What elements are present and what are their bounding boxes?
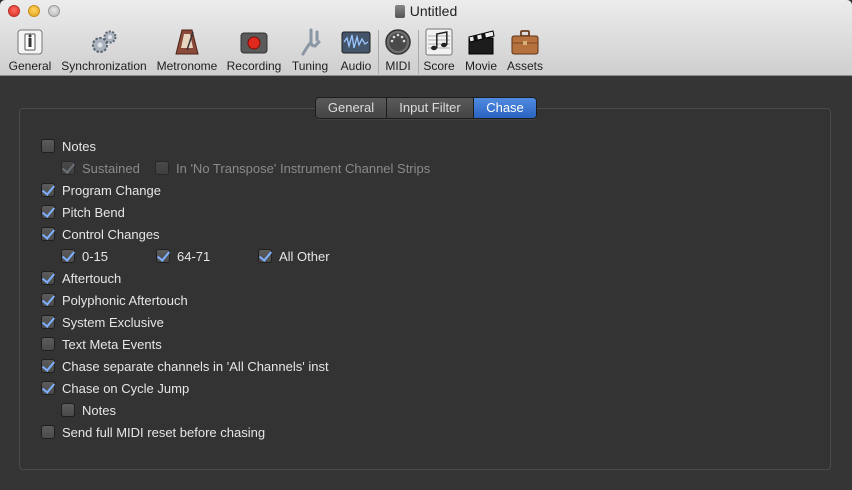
pitch-bend-checkbox[interactable] (41, 205, 55, 219)
toolbar-midi[interactable]: MIDI (380, 24, 416, 76)
system-exclusive-checkbox[interactable] (41, 315, 55, 329)
metronome-icon (175, 29, 199, 55)
general-icon (17, 29, 43, 55)
clapperboard-icon (468, 30, 495, 55)
cycle-notes-option[interactable]: Notes (61, 401, 116, 419)
tab-general[interactable]: General (316, 98, 387, 118)
aftertouch-option[interactable]: Aftertouch (41, 269, 121, 287)
toolbar-separator (418, 30, 419, 74)
separate-channels-checkbox[interactable] (41, 359, 55, 373)
cycle-notes-checkbox[interactable] (61, 403, 75, 417)
text-meta-events-checkbox[interactable] (41, 337, 55, 351)
audio-waveform-icon (341, 31, 371, 54)
toolbar-general[interactable]: General (6, 24, 54, 76)
cc-0-15-option[interactable]: 0-15 (61, 247, 108, 265)
toolbar-score[interactable]: Score (420, 24, 458, 76)
midi-connector-icon (385, 29, 411, 55)
poly-aftertouch-checkbox[interactable] (41, 293, 55, 307)
tab-chase[interactable]: Chase (474, 98, 536, 118)
notes-checkbox[interactable] (41, 139, 55, 153)
poly-aftertouch-option[interactable]: Polyphonic Aftertouch (41, 291, 188, 309)
program-change-checkbox[interactable] (41, 183, 55, 197)
tab-bar: General Input Filter Chase (315, 97, 537, 119)
cc-64-71-option[interactable]: 64-71 (156, 247, 210, 265)
toolbar-synchronization[interactable]: Synchronization (58, 24, 150, 76)
window-title: Untitled (0, 3, 852, 19)
midi-reset-option[interactable]: Send full MIDI reset before chasing (41, 423, 265, 441)
preferences-window: Untitled General Synchronization Metrono… (0, 0, 852, 490)
briefcase-icon (511, 30, 539, 55)
chase-preferences-pane: Notes Sustained In 'No Transpose' Instru… (0, 77, 852, 490)
program-change-option[interactable]: Program Change (41, 181, 161, 199)
toolbar-assets[interactable]: Assets (504, 24, 546, 76)
tuning-fork-icon (301, 28, 321, 56)
control-changes-checkbox[interactable] (41, 227, 55, 241)
control-changes-option[interactable]: Control Changes (41, 225, 160, 243)
cc-all-other-checkbox[interactable] (258, 249, 272, 263)
score-notes-icon (425, 28, 453, 56)
pitch-bend-option[interactable]: Pitch Bend (41, 203, 125, 221)
gears-icon (92, 30, 117, 53)
title-bar: Untitled General Synchronization Metrono… (0, 0, 852, 76)
sustained-option: Sustained (61, 159, 140, 177)
cc-all-other-option[interactable]: All Other (258, 247, 330, 265)
toolbar-recording[interactable]: Recording (224, 24, 284, 76)
cycle-jump-checkbox[interactable] (41, 381, 55, 395)
toolbar-tuning[interactable]: Tuning (288, 24, 332, 76)
document-icon (394, 5, 405, 18)
chase-options-panel: Notes Sustained In 'No Transpose' Instru… (19, 108, 831, 470)
sustained-checkbox (61, 161, 75, 175)
cycle-jump-option[interactable]: Chase on Cycle Jump (41, 379, 189, 397)
system-exclusive-option[interactable]: System Exclusive (41, 313, 164, 331)
record-icon (240, 32, 268, 54)
toolbar-separator (378, 30, 379, 74)
no-transpose-checkbox (155, 161, 169, 175)
text-meta-events-option[interactable]: Text Meta Events (41, 335, 162, 353)
toolbar-movie[interactable]: Movie (460, 24, 502, 76)
cc-64-71-checkbox[interactable] (156, 249, 170, 263)
toolbar-audio[interactable]: Audio (336, 24, 376, 76)
cc-0-15-checkbox[interactable] (61, 249, 75, 263)
midi-reset-checkbox[interactable] (41, 425, 55, 439)
tab-input-filter[interactable]: Input Filter (387, 98, 474, 118)
separate-channels-option[interactable]: Chase separate channels in 'All Channels… (41, 357, 329, 375)
aftertouch-checkbox[interactable] (41, 271, 55, 285)
notes-option[interactable]: Notes (41, 137, 96, 155)
toolbar-metronome[interactable]: Metronome (154, 24, 220, 76)
no-transpose-option: In 'No Transpose' Instrument Channel Str… (155, 159, 430, 177)
